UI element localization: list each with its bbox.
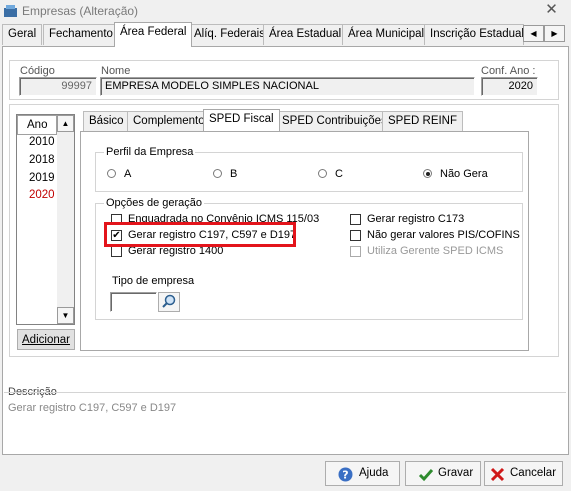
descricao-text: Gerar registro C197, C597 e D197: [8, 402, 177, 414]
cancelar-label: Cancelar: [510, 467, 557, 479]
tab-basico[interactable]: Básico: [83, 111, 130, 131]
tipo-empresa-label: Tipo de empresa: [112, 275, 195, 287]
tab-area-estadual[interactable]: Área Estadual: [263, 24, 348, 45]
gravar-label: Gravar: [438, 467, 474, 479]
svg-text:?: ?: [342, 469, 348, 482]
checkbox-registro-1400[interactable]: [111, 246, 122, 257]
gravar-button[interactable]: Gravar: [405, 461, 481, 486]
checkmark-icon: [418, 469, 434, 482]
close-icon[interactable]: ✕: [532, 0, 571, 22]
tab-scroll-left-icon[interactable]: ◀: [523, 25, 544, 42]
title-bar: Empresas (Alteração) ✕: [0, 0, 571, 22]
tipo-empresa-field[interactable]: [110, 292, 157, 312]
codigo-field[interactable]: 99997: [19, 77, 97, 96]
tab-sped-reinf[interactable]: SPED REINF: [382, 111, 464, 131]
highlight-box: [104, 222, 296, 247]
radio-nao-gera[interactable]: [423, 169, 432, 178]
ajuda-button[interactable]: ? Ajuda: [325, 461, 400, 486]
tab-area-federal[interactable]: Área Federal: [114, 22, 193, 47]
year-list[interactable]: Ano 2010 2018 2019 2020 ▲ ▼: [16, 114, 75, 325]
radio-b[interactable]: [213, 169, 222, 178]
tab-aliq-federais[interactable]: Alíq. Federais: [188, 24, 271, 45]
tab-scroll-right-icon[interactable]: ▶: [544, 25, 565, 42]
year-item[interactable]: 2018: [29, 154, 55, 166]
window-title: Empresas (Alteração): [22, 4, 139, 18]
cancel-x-icon: [490, 467, 505, 482]
conf-ano-field[interactable]: 2020: [481, 77, 538, 96]
scroll-up-icon[interactable]: ▲: [57, 115, 74, 132]
tab-inscricao-estadual[interactable]: Inscrição Estadual S: [424, 24, 524, 45]
gerente-sped-label: Utiliza Gerente SPED ICMS: [367, 245, 504, 257]
checkbox-c173[interactable]: [350, 214, 361, 225]
radio-c-label: C: [335, 168, 343, 180]
adicionar-label: Adicionar: [22, 334, 70, 346]
conf-ano-label: Conf. Ano :: [481, 65, 536, 77]
nome-label: Nome: [101, 65, 131, 77]
codigo-label: Código: [20, 65, 55, 77]
radio-a-label: A: [124, 168, 132, 180]
year-list-header: Ano: [17, 115, 57, 135]
adicionar-button[interactable]: Adicionar: [17, 329, 75, 350]
descricao-group: [4, 392, 566, 451]
radio-c[interactable]: [318, 169, 327, 178]
scroll-down-icon[interactable]: ▼: [57, 307, 74, 324]
tab-sped-fiscal[interactable]: SPED Fiscal: [203, 109, 280, 131]
tab-geral[interactable]: Geral: [2, 24, 43, 45]
radio-b-label: B: [230, 168, 238, 180]
checkbox-gerente-sped: [350, 246, 361, 257]
checkbox-pis-cofins[interactable]: [350, 230, 361, 241]
nome-field[interactable]: EMPRESA MODELO SIMPLES NACIONAL: [100, 77, 475, 96]
cancelar-button[interactable]: Cancelar: [484, 461, 563, 486]
tab-scroll-arrows: ◀ ▶: [523, 25, 565, 42]
tab-area-municipal[interactable]: Área Municipal: [342, 24, 431, 45]
year-list-scrollbar[interactable]: ▲ ▼: [57, 115, 74, 324]
search-icon: [162, 294, 176, 308]
year-item[interactable]: 2019: [29, 172, 55, 184]
year-item-selected[interactable]: 2020: [29, 189, 55, 201]
help-icon: ?: [338, 467, 353, 482]
radio-a[interactable]: [107, 169, 116, 178]
search-button[interactable]: [158, 292, 180, 312]
pis-cofins-label: Não gerar valores PIS/COFINS: [367, 229, 520, 241]
app-icon: [4, 5, 17, 17]
ajuda-label: Ajuda: [359, 467, 389, 479]
c173-label: Gerar registro C173: [367, 213, 465, 225]
year-item[interactable]: 2010: [29, 136, 55, 148]
tab-fechamento[interactable]: Fechamento: [43, 24, 119, 45]
tab-complemento[interactable]: Complemento: [127, 111, 211, 131]
radio-nao-gera-label: Não Gera: [440, 168, 488, 180]
opcoes-title: Opções de geração: [104, 197, 205, 209]
main-tab-strip: Geral Fechamento Área Federal Alíq. Fede…: [0, 22, 571, 47]
tab-sped-contribuicoes[interactable]: SPED Contribuições: [276, 111, 393, 131]
perfil-title: Perfil da Empresa: [104, 146, 196, 158]
